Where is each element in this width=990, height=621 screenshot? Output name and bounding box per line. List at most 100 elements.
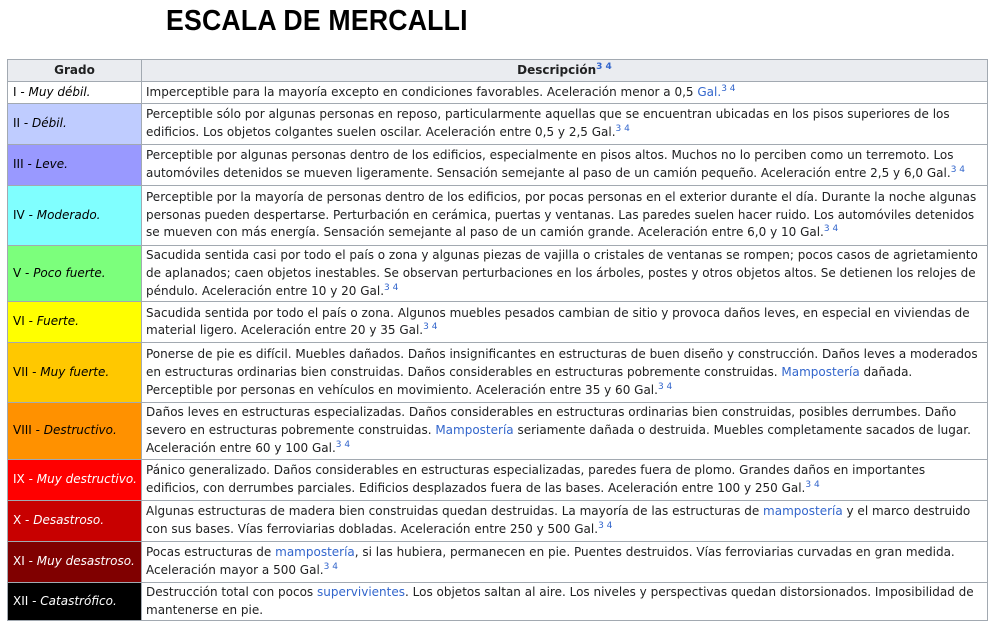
description-text: Destrucción total con pocos [146,584,317,599]
grade-name: Catastrófico. [40,593,117,608]
grade-numeral: VIII [13,423,32,438]
grade-name: Poco fuerte. [33,265,106,280]
reference-link[interactable]: 3 4 [824,224,838,234]
header-grade: Grado [7,59,142,82]
wiki-link[interactable]: Mampostería [781,365,859,379]
description-text: Sacudida sentida casi por todo el país o… [146,248,978,298]
reference-link[interactable]: 3 4 [658,382,672,392]
description-cell: Perceptible por algunas personas dentro … [141,144,988,186]
description-cell: Imperceptible para la mayoría excepto en… [141,81,988,104]
grade-separator: - [20,116,33,131]
grade-cell: III - Leve. [7,144,142,186]
table-row: XII - Catastrófico. Destrucción total con… [7,581,988,621]
grade-separator: - [28,364,41,379]
grade-name: Fuerte. [36,314,79,329]
table-row: X - Desastroso. Algunas estructuras de ma… [7,499,988,542]
grade-cell: VII - Muy fuerte. [7,342,142,404]
grade-separator: - [23,157,36,172]
grade-cell: IX - Muy destructivo. [7,458,142,501]
grade-separator: - [24,471,37,486]
reference-link[interactable]: 3 4 [423,322,437,332]
grade-cell: VI - Fuerte. [7,301,142,344]
grade-separator: - [28,593,41,608]
mercalli-table: Grado Descripción3 4 I - Muy débil. Imper… [7,59,988,621]
grade-name: Muy débil. [28,84,91,99]
header-grade-label: Grado [54,62,95,77]
wiki-link[interactable]: mampostería [275,545,355,559]
table-row: IX - Muy destructivo. Pánico generalizado… [7,458,988,501]
description-text: Pocas estructuras de [146,544,276,559]
grade-cell: VIII - Destructivo. [7,402,142,460]
page-title: ESCALA DE MERCALLI [166,5,468,37]
wiki-link[interactable]: supervivientes [317,585,405,599]
grade-numeral: IX [13,471,25,486]
grade-cell: I - Muy débil. [7,81,142,104]
grade-separator: - [31,423,44,438]
grade-name: Muy fuerte. [40,364,110,379]
description-cell: Sacudida sentida por todo el país o zona… [141,301,988,344]
grade-cell: XI - Muy desastroso. [7,540,142,583]
grade-numeral: VII [13,364,29,379]
grade-numeral: IV [13,207,25,222]
grade-name: Destructivo. [43,423,117,438]
description-cell: Perceptible sólo por algunas personas en… [141,103,988,145]
grade-separator: - [16,84,29,99]
description-text: Sacudida sentida por todo el país o zona… [146,305,970,338]
table-row: V - Poco fuerte. Sacudida sentida casi po… [7,244,988,303]
grade-separator: - [21,265,34,280]
header-description: Descripción3 4 [141,59,988,82]
header-description-label: Descripción [517,62,597,77]
description-cell: Ponerse de pie es difícil. Muebles dañad… [141,342,988,404]
description-text: Perceptible por algunas personas dentro … [146,148,954,180]
header-description-refs[interactable]: 3 4 [596,62,612,72]
description-cell: Sacudida sentida casi por todo el país o… [141,244,988,303]
table-row: VI - Fuerte. Sacudida sentida por todo el… [7,301,988,344]
grade-cell: XII - Catastrófico. [7,581,142,621]
description-cell: Daños leves en estructuras especializada… [141,402,988,460]
grade-numeral: III [13,157,24,172]
grade-name: Leve. [35,157,68,172]
grade-numeral: XII [13,593,29,608]
reference-link[interactable]: 3 4 [324,562,338,572]
table-header-row: Grado Descripción3 4 [7,59,988,82]
grade-numeral: X [13,512,22,527]
reference-link[interactable]: 3 4 [951,165,965,175]
description-cell: Pánico generalizado. Daños considerables… [141,458,988,501]
table-row: III - Leve. Perceptible por algunas perso… [7,144,988,186]
description-text: Perceptible sólo por algunas personas en… [146,107,950,139]
table-row: IV - Moderado. Perceptible por la mayoría… [7,185,988,246]
grade-separator: - [24,207,37,222]
grade-name: Moderado. [36,207,101,222]
grade-cell: II - Débil. [7,103,142,145]
description-text: Imperceptible para la mayoría excepto en… [146,84,698,99]
grade-separator: - [24,314,37,329]
table-row: VIII - Destructivo. Daños leves en estruc… [7,402,988,460]
grade-numeral: VI [13,314,25,329]
grade-separator: - [21,512,34,527]
grade-name: Muy destructivo. [36,471,137,486]
description-text: Algunas estructuras de madera bien const… [146,503,764,518]
wiki-link[interactable]: Gal. [697,85,721,99]
grade-numeral: XI [13,553,25,568]
table-row: XI - Muy desastroso. Pocas estructuras de… [7,540,988,583]
reference-link[interactable]: 3 4 [336,440,350,450]
grade-cell: X - Desastroso. [7,499,142,542]
grade-name: Desastroso. [33,512,105,527]
table-row: I - Muy débil. Imperceptible para la mayo… [7,81,988,104]
reference-link[interactable]: 3 4 [616,124,630,134]
grade-name: Muy desastroso. [36,553,135,568]
wiki-link[interactable]: mampostería [763,504,843,518]
wiki-link[interactable]: Mampostería [435,423,513,437]
reference-link[interactable]: 3 4 [805,480,819,490]
reference-link[interactable]: 3 4 [598,521,612,531]
description-cell: Perceptible por la mayoría de personas d… [141,185,988,246]
reference-link[interactable]: 3 4 [721,84,735,94]
grade-cell: V - Poco fuerte. [7,244,142,303]
table-row: II - Débil. Perceptible sólo por algunas … [7,103,988,145]
description-cell: Algunas estructuras de madera bien const… [141,499,988,542]
grade-numeral: V [13,265,22,280]
grade-name: Débil. [32,116,67,131]
description-text: Perceptible por la mayoría de personas d… [146,189,977,240]
reference-link[interactable]: 3 4 [384,283,398,293]
description-cell: Destrucción total con pocos supervivient… [141,581,988,621]
